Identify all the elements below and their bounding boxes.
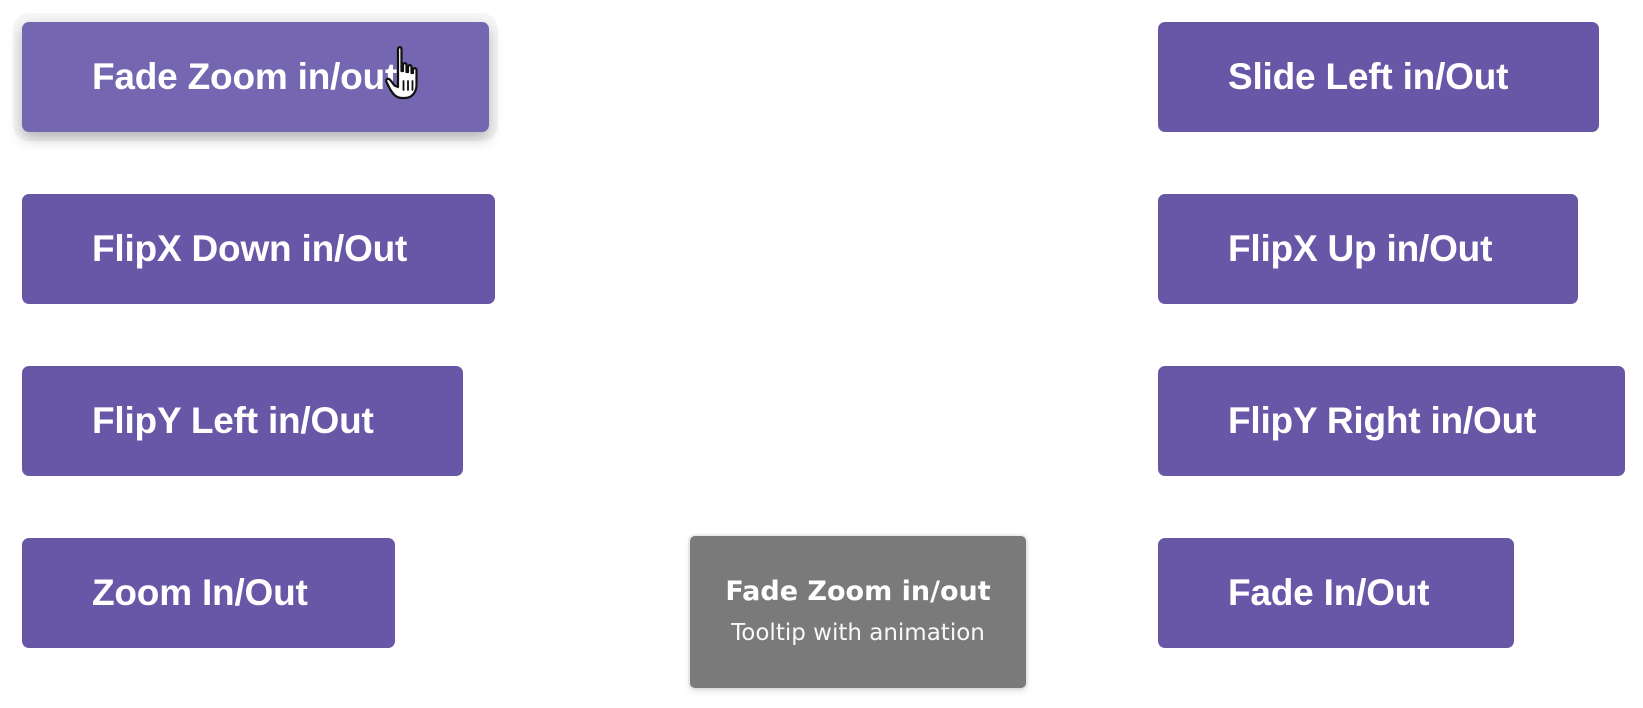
- zoom-button[interactable]: Zoom In/Out: [22, 538, 395, 648]
- tooltip-subtitle: Tooltip with animation: [731, 620, 985, 646]
- flipy-left-button[interactable]: FlipY Left in/Out: [22, 366, 463, 476]
- flipx-up-button[interactable]: FlipX Up in/Out: [1158, 194, 1578, 304]
- fade-zoom-button[interactable]: Fade Zoom in/out: [22, 22, 489, 132]
- flipy-right-button[interactable]: FlipY Right in/Out: [1158, 366, 1625, 476]
- tooltip-title: Fade Zoom in/out: [725, 576, 991, 607]
- slide-left-button[interactable]: Slide Left in/Out: [1158, 22, 1599, 132]
- fade-button[interactable]: Fade In/Out: [1158, 538, 1514, 648]
- flipx-down-button[interactable]: FlipX Down in/Out: [22, 194, 495, 304]
- tooltip: Fade Zoom in/out Tooltip with animation: [690, 536, 1026, 688]
